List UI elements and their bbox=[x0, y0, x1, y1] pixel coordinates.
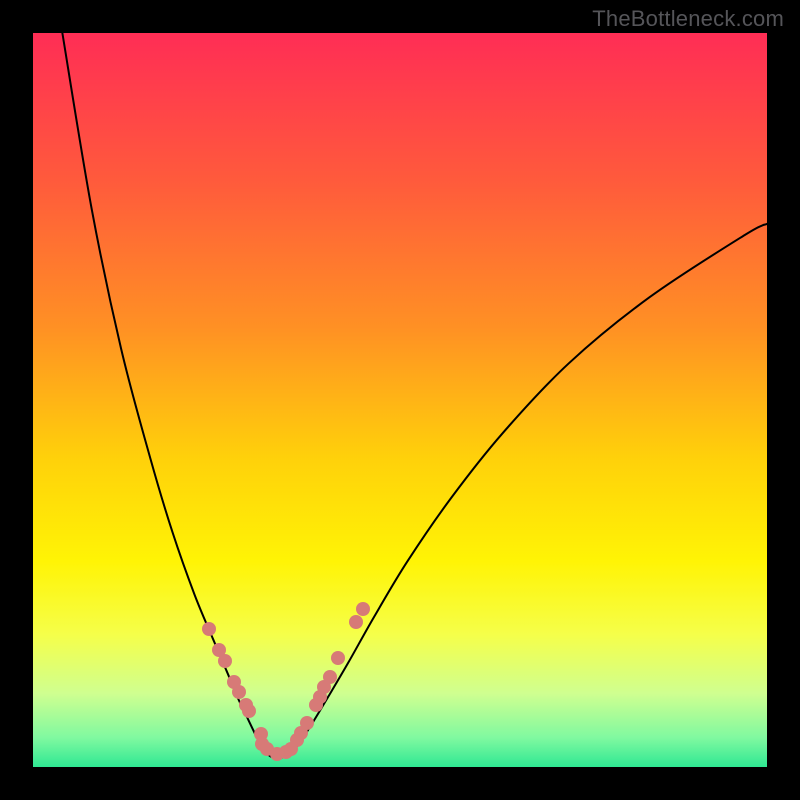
marked-point bbox=[349, 615, 363, 629]
marked-point bbox=[323, 670, 337, 684]
marked-point bbox=[300, 716, 314, 730]
watermark-text: TheBottleneck.com bbox=[592, 6, 784, 32]
marked-point bbox=[202, 622, 216, 636]
marked-point bbox=[218, 654, 232, 668]
chart-frame: TheBottleneck.com bbox=[0, 0, 800, 800]
marked-point bbox=[232, 685, 246, 699]
marked-point bbox=[242, 704, 256, 718]
bottleneck-curve bbox=[33, 33, 767, 767]
marked-point bbox=[331, 651, 345, 665]
marked-point bbox=[356, 602, 370, 616]
plot-area bbox=[33, 33, 767, 767]
